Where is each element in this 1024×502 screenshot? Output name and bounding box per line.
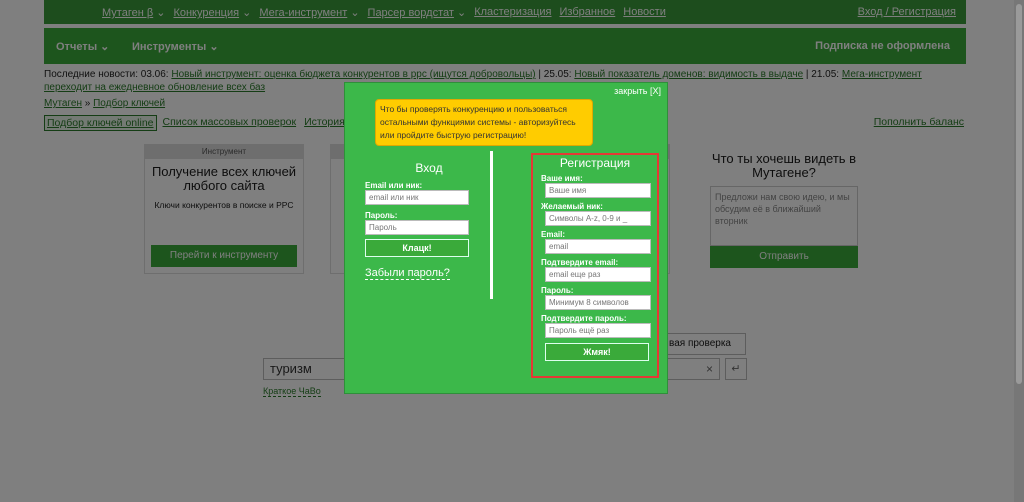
login-title: Вход	[415, 161, 443, 175]
login-form: Вход Email или ник: email или ник Пароль…	[365, 161, 475, 280]
register-name-input[interactable]: Ваше имя	[545, 183, 651, 198]
reg-password-label: Пароль:	[541, 286, 574, 295]
forgot-password-link[interactable]: Забыли пароль?	[365, 267, 450, 280]
register-confirm-password-input[interactable]: Пароль ещё раз	[545, 323, 651, 338]
register-email-input[interactable]: email	[545, 239, 651, 254]
register-form: Регистрация Ваше имя: Ваше имя Желаемый …	[531, 153, 659, 378]
confirm-password-label: Подтвердите пароль:	[541, 314, 627, 323]
register-nick-input[interactable]: Символы A-z, 0-9 и _	[545, 211, 651, 226]
register-title: Регистрация	[559, 156, 631, 170]
register-confirm-email-input[interactable]: email еще раз	[545, 267, 651, 282]
confirm-email-label: Подтвердите email:	[541, 258, 619, 267]
register-password-input[interactable]: Минимум 8 символов	[545, 295, 651, 310]
login-submit-button[interactable]: Клацк!	[365, 239, 469, 257]
reg-email-label: Email:	[541, 230, 566, 239]
register-submit-button[interactable]: Жмяк!	[545, 343, 649, 361]
auth-modal: закрыть [X] Что бы проверять конкуренцию…	[344, 82, 668, 394]
scrollbar[interactable]	[1014, 0, 1024, 502]
auth-notice: Что бы проверять конкуренцию и пользоват…	[375, 99, 593, 146]
nick-label: Желаемый ник:	[541, 202, 603, 211]
close-modal-button[interactable]: закрыть [X]	[614, 86, 661, 96]
password-label: Пароль:	[365, 211, 398, 220]
email-label: Email или ник:	[365, 181, 423, 190]
login-password-input[interactable]: Пароль	[365, 220, 469, 235]
scrollbar-thumb[interactable]	[1016, 4, 1022, 384]
login-email-input[interactable]: email или ник	[365, 190, 469, 205]
name-label: Ваше имя:	[541, 174, 583, 183]
form-divider	[490, 151, 493, 299]
